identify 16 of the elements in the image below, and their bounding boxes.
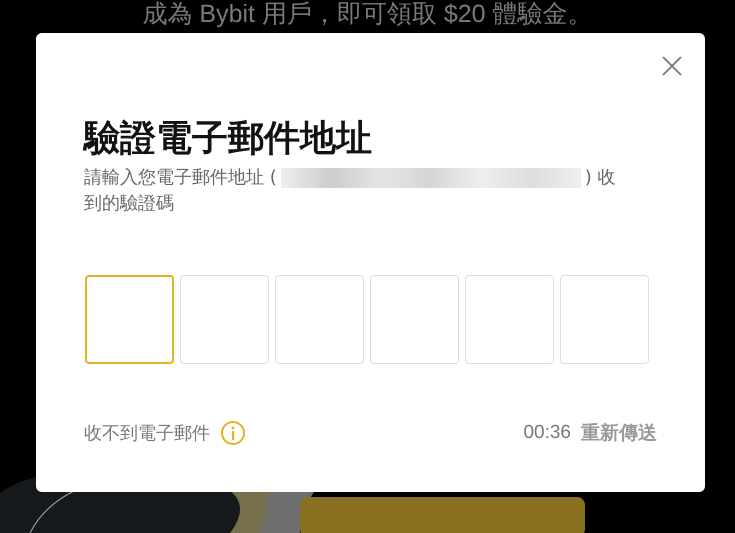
code-digit-field[interactable] bbox=[465, 275, 554, 364]
code-digit-field[interactable] bbox=[560, 275, 649, 364]
resend-link[interactable]: 重新傳送 bbox=[581, 420, 657, 446]
countdown-timer: 00:36 bbox=[523, 422, 571, 444]
info-icon[interactable] bbox=[220, 420, 246, 446]
code-digit-field[interactable] bbox=[85, 275, 174, 364]
code-digit-field[interactable] bbox=[370, 275, 459, 364]
code-digit-field[interactable] bbox=[275, 275, 364, 364]
instruction-text: 到的驗證碼 bbox=[84, 192, 174, 216]
code-digit-field[interactable] bbox=[180, 275, 269, 364]
banner-text: 成為 Bybit 用戶，即可領取 $20 體驗金。 bbox=[141, 0, 594, 30]
dialog-title: 驗證電子郵件地址 bbox=[84, 117, 373, 161]
close-icon[interactable] bbox=[661, 55, 683, 77]
help-text: 收不到電子郵件 bbox=[84, 422, 210, 445]
instruction-text: ) 收 bbox=[584, 166, 616, 190]
instruction-text: 請輸入您電子郵件地址 ( bbox=[84, 166, 277, 190]
